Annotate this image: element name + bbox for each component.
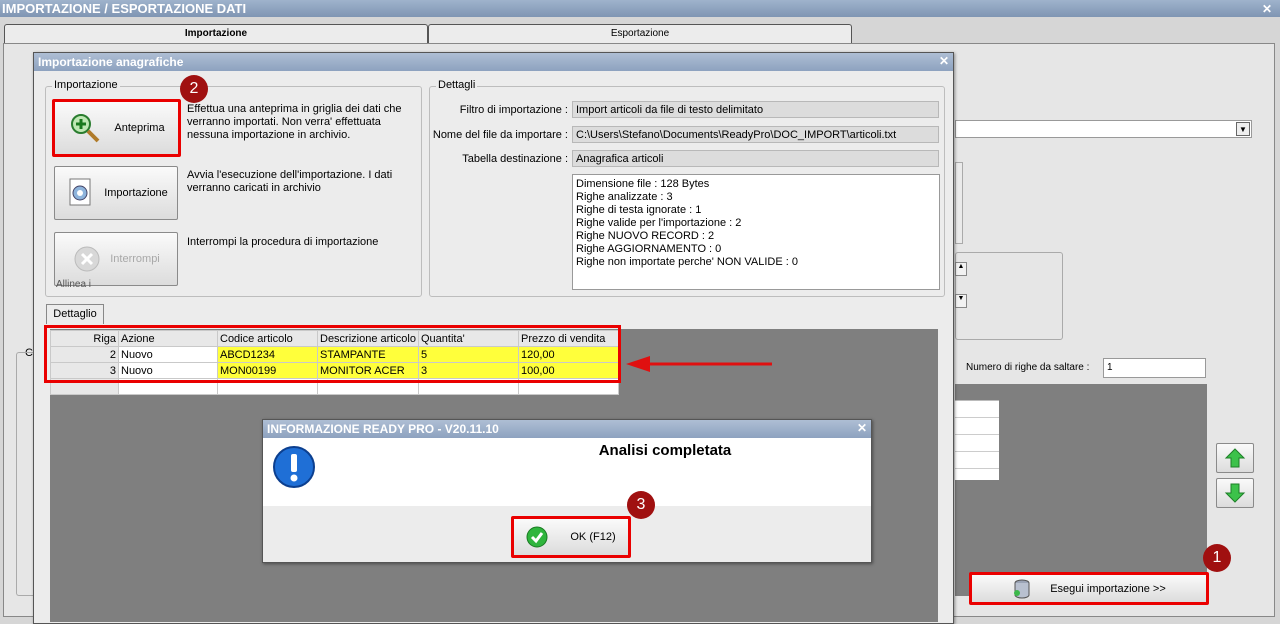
scroll-down-small[interactable]: ▼ [955,294,967,308]
filtro-field[interactable]: Import articoli da file di testo delimit… [572,101,939,118]
ok-button[interactable]: OK (F12) [511,516,631,558]
tabella-label: Tabella destinazione : [462,153,568,165]
righe-input[interactable]: 1 [1103,358,1206,378]
tab-esportazione[interactable]: Esportazione [428,24,852,44]
red-arrow-icon [626,356,772,372]
tabella-field[interactable]: Anagrafica articoli [572,150,939,167]
move-up-button[interactable] [1216,443,1254,473]
magnifier-plus-icon [71,114,100,143]
importazione-description: Avvia l'esecuzione dell'importazione. I … [187,169,393,194]
interrompi-description: Interrompi la procedura di importazione [187,236,379,248]
check-icon [526,526,548,548]
anteprima-button[interactable]: Anteprima [52,99,181,157]
tab-dettaglio[interactable]: Dettaglio [46,304,104,324]
scroll-up-small[interactable]: ▲ [955,262,967,276]
stat-line: Righe NUOVO RECORD : 2 [576,230,715,242]
stat-line: Righe analizzate : 3 [576,191,673,203]
step-badge-2: 2 [180,75,208,103]
nome-file-field[interactable]: C:\Users\Stefano\Documents\ReadyPro\DOC_… [572,126,939,143]
importazione-button[interactable]: Importazione [54,166,178,220]
import-dialog-title: Importazione anagrafiche ✕ [34,53,953,71]
step-badge-1: 1 [1203,544,1231,572]
move-down-button[interactable] [1216,478,1254,508]
grid-highlight-box [44,325,621,383]
tab-importazione[interactable]: Importazione [4,24,428,44]
stats-memo: Dimensione file : 128 Bytes Righe analiz… [572,174,940,290]
close-icon[interactable]: ✕ [857,421,867,435]
arrow-up-icon [1224,448,1246,468]
chevron-down-icon[interactable]: ▼ [1236,122,1250,136]
stat-line: Righe AGGIORNAMENTO : 0 [576,243,722,255]
stat-line: Righe di testa ignorate : 1 [576,204,702,216]
close-icon[interactable]: ✕ [939,54,949,68]
righe-label: Numero di righe da saltare : [966,362,1090,373]
nome-file-label: Nome del file da importare : [432,129,568,141]
info-message-text: Analisi completata [598,442,732,459]
background-box [955,162,963,244]
arrow-down-icon [1224,483,1246,503]
stat-line: Righe non importate perche' NON VALIDE :… [576,256,799,268]
interrompi-button[interactable]: Interrompi [54,232,178,286]
gear-document-icon [69,178,91,206]
stop-icon [74,246,100,272]
stat-line: Dimensione file : 128 Bytes [576,178,710,190]
background-group [955,252,1063,340]
hidden-label-behind: Allinea i [56,279,92,289]
stat-line: Righe valide per l'importazione : 2 [576,217,742,229]
window-close-icon[interactable]: ✕ [1262,2,1276,16]
background-select[interactable] [955,120,1252,138]
info-messagebox-title: INFORMAZIONE READY PRO - V20.11.10 ✕ [263,420,871,438]
step-badge-3: 3 [627,491,655,519]
background-grid-rows [955,400,999,480]
database-icon [1014,579,1030,598]
filtro-label: Filtro di importazione : [459,104,568,116]
esegui-importazione-button[interactable]: Esegui importazione >> [969,572,1209,605]
anteprima-description: Effettua una anteprima in griglia dei da… [187,103,402,141]
window-title: IMPORTAZIONE / ESPORTAZIONE DATI [0,0,1280,17]
